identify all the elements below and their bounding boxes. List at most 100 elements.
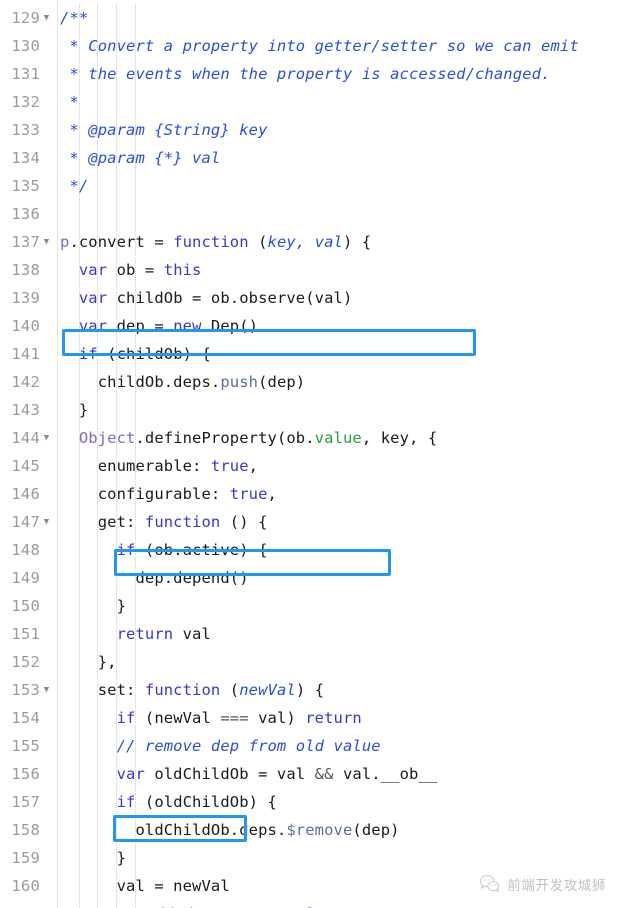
line-number: 137: [11, 233, 40, 251]
code-token: .convert =: [69, 233, 174, 251]
code-token: }: [60, 849, 127, 867]
gutter-row: 153 ▼: [0, 676, 57, 704]
fold-placeholder: ▼: [40, 592, 53, 620]
code-line: *: [60, 88, 620, 116]
code-token: val.__ob__: [333, 765, 438, 783]
code-line: childOb.deps.push(dep): [60, 368, 620, 396]
line-number: 139: [11, 289, 40, 307]
line-number: 131: [11, 65, 40, 83]
line-number: 136: [11, 205, 40, 223]
line-number: 158: [11, 821, 40, 839]
watermark: 前端开发攻城狮: [479, 873, 606, 894]
code-token: *: [60, 93, 79, 111]
code-line: return val: [60, 620, 620, 648]
code-line: * Convert a property into getter/setter …: [60, 32, 620, 60]
gutter-row: 134▼: [0, 144, 57, 172]
code-token: },: [60, 653, 117, 671]
code-token: if: [78, 345, 98, 363]
code-line: get: function () {: [60, 508, 620, 536]
gutter-row: 129 ▼: [0, 4, 57, 32]
line-number: 144: [11, 429, 40, 447]
code-token: function: [144, 513, 221, 531]
fold-placeholder: ▼: [40, 788, 53, 816]
code-token: * the events when the property is access…: [60, 65, 551, 83]
code-line: }: [60, 396, 620, 424]
fold-placeholder: ▼: [40, 144, 53, 172]
code-token: (dep): [352, 821, 400, 839]
fold-arrow-icon[interactable]: ▼: [40, 508, 53, 536]
code-line: },: [60, 648, 620, 676]
fold-placeholder: ▼: [40, 452, 53, 480]
line-number: 135: [11, 177, 40, 195]
code-token: true: [210, 457, 249, 475]
gutter-row: 156▼: [0, 760, 57, 788]
wechat-icon: [479, 873, 501, 894]
fold-placeholder: ▼: [40, 200, 53, 228]
code-token: oldChildOb = val: [144, 765, 315, 783]
code-token: }: [60, 401, 89, 419]
code-token: if: [116, 709, 136, 727]
fold-placeholder: ▼: [40, 732, 53, 760]
code-pane[interactable]: /** * Convert a property into getter/set…: [58, 0, 620, 908]
line-number: 157: [11, 793, 40, 811]
fold-arrow-icon[interactable]: ▼: [40, 228, 53, 256]
line-number: 148: [11, 541, 40, 559]
gutter-row: 160▼: [0, 872, 57, 900]
code-line: set: function (newVal) {: [60, 676, 620, 704]
gutter-row: 131▼: [0, 60, 57, 88]
gutter-row: 132▼: [0, 88, 57, 116]
code-token: return: [305, 709, 362, 727]
code-line: // add dep to new value: [60, 900, 620, 908]
gutter-row: 143▼: [0, 396, 57, 424]
line-number: 133: [11, 121, 40, 139]
gutter-row: 145▼: [0, 452, 57, 480]
code-token: childOb = ob.: [107, 289, 240, 307]
code-token: ===: [220, 709, 249, 727]
code-line: */: [60, 172, 620, 200]
code-token: (val): [305, 289, 353, 307]
code-token: new: [173, 317, 202, 335]
watermark-text: 前端开发攻城狮: [507, 877, 606, 894]
gutter-row: 149▼: [0, 564, 57, 592]
code-token: * Convert a property into getter/setter …: [60, 37, 579, 55]
code-line: dep.depend(): [60, 564, 620, 592]
fold-arrow-icon[interactable]: ▼: [40, 4, 53, 32]
line-number: 142: [11, 373, 40, 391]
code-token: , key, {: [361, 429, 438, 447]
line-number: 132: [11, 93, 40, 111]
code-token: function: [144, 681, 221, 699]
fold-arrow-icon[interactable]: ▼: [40, 676, 53, 704]
code-token: observe: [239, 289, 306, 307]
fold-arrow-icon[interactable]: ▼: [40, 424, 53, 452]
fold-placeholder: ▼: [40, 368, 53, 396]
fold-placeholder: ▼: [40, 60, 53, 88]
line-number: 141: [11, 345, 40, 363]
line-number: 156: [11, 765, 40, 783]
code-token: (ob.active) {: [135, 541, 268, 559]
code-token: ) {: [295, 681, 325, 699]
gutter-row: 158▼: [0, 816, 57, 844]
code-token: .defineProperty(ob.: [135, 429, 315, 447]
code-token: val: [173, 625, 211, 643]
line-number: 159: [11, 849, 40, 867]
code-line: var ob = this: [60, 256, 620, 284]
code-token: childOb.deps.: [60, 373, 221, 391]
fold-placeholder: ▼: [40, 32, 53, 60]
code-token: Object: [78, 429, 136, 447]
code-token: newVal: [239, 681, 296, 699]
code-token: var: [78, 261, 108, 279]
fold-placeholder: ▼: [40, 396, 53, 424]
code-token: Dep(): [201, 317, 259, 335]
code-token: var: [78, 289, 108, 307]
gutter-row: 151▼: [0, 620, 57, 648]
fold-placeholder: ▼: [40, 284, 53, 312]
gutter-row: 146▼: [0, 480, 57, 508]
gutter-row: 161▼: [0, 900, 57, 908]
code-token: configurable:: [60, 485, 230, 503]
